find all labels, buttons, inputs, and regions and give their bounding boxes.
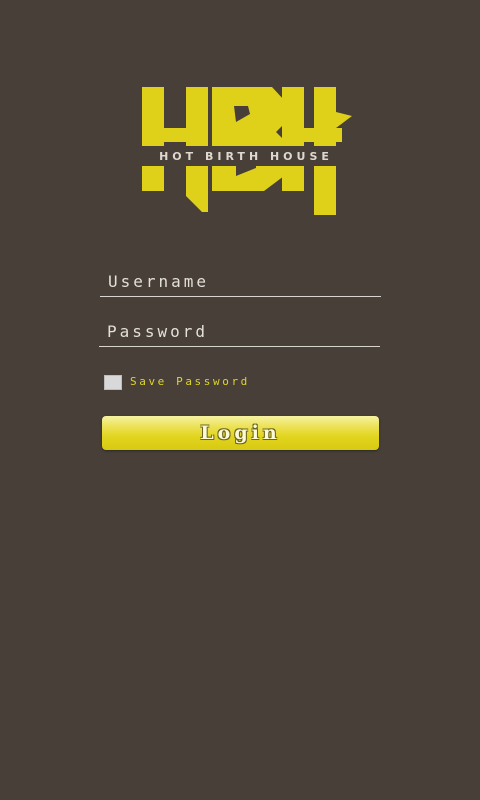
password-field[interactable] [99,316,380,347]
save-password-label[interactable]: Save Password [130,374,250,390]
password-input[interactable] [99,316,380,346]
logo-tagline-wrapper: HOT BIRTH HOUSE [138,146,354,166]
logo-tagline: HOT BIRTH HOUSE [159,149,333,163]
username-input[interactable] [100,266,381,296]
login-button-label: Login [200,422,281,444]
username-field[interactable] [100,266,381,297]
save-password-row[interactable]: Save Password [104,374,250,390]
login-screen: HOT BIRTH HOUSE Save Password Login [0,0,480,800]
save-password-checkbox[interactable] [104,374,122,390]
login-button[interactable]: Login [102,416,379,450]
